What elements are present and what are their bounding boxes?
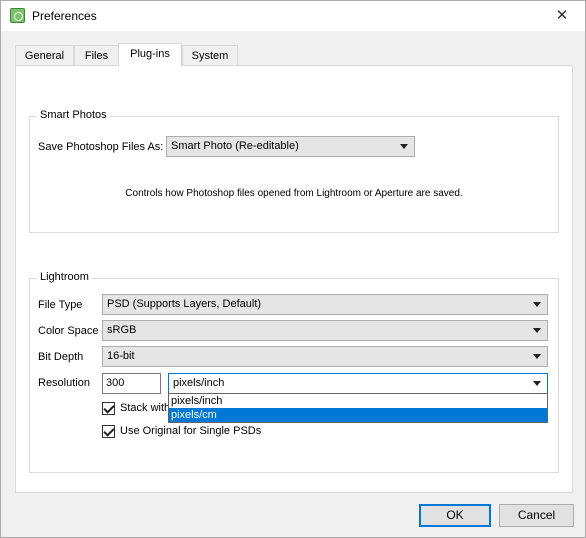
bit-depth-label: Bit Depth — [38, 351, 84, 363]
resolution-unit-dropdown: pixels/inch pixels/cm — [168, 393, 548, 423]
ok-button[interactable]: OK — [419, 504, 491, 527]
smart-photos-note: Controls how Photoshop files opened from… — [125, 188, 463, 199]
use-original-label: Use Original for Single PSDs — [120, 425, 262, 437]
smart-photos-group: Smart Photos Save Photoshop Files As: Sm… — [29, 109, 559, 233]
dropdown-option-pixels-inch[interactable]: pixels/inch — [169, 394, 547, 408]
dropdown-option-pixels-cm[interactable]: pixels/cm — [169, 408, 547, 422]
file-type-select[interactable]: PSD (Supports Layers, Default) — [102, 294, 548, 315]
resolution-input[interactable]: 300 — [102, 373, 161, 394]
title-bar: Preferences ✕ — [1, 1, 585, 31]
chevron-down-icon — [533, 381, 541, 386]
tab-files[interactable]: Files — [74, 45, 119, 66]
chevron-down-icon — [533, 328, 541, 333]
color-space-select[interactable]: sRGB — [102, 320, 548, 341]
preferences-window: Preferences ✕ General Files Plug-ins Sys… — [0, 0, 586, 538]
tab-system[interactable]: System — [182, 45, 238, 66]
plug-ins-panel: Smart Photos Save Photoshop Files As: Sm… — [15, 65, 573, 493]
tab-general[interactable]: General — [15, 45, 74, 66]
cancel-button[interactable]: Cancel — [499, 504, 574, 527]
smart-photos-group-label: Smart Photos — [37, 109, 110, 121]
save-photoshop-files-value: Smart Photo (Re-editable) — [171, 140, 299, 152]
bit-depth-value: 16-bit — [107, 350, 135, 362]
stack-with-label: Stack with — [120, 402, 171, 414]
window-title: Preferences — [32, 9, 97, 23]
lightroom-group: Lightroom File Type PSD (Supports Layers… — [29, 271, 559, 473]
chevron-down-icon — [533, 354, 541, 359]
save-photoshop-files-label: Save Photoshop Files As: — [38, 141, 164, 153]
lightroom-group-label: Lightroom — [37, 271, 92, 283]
use-original-checkbox[interactable] — [102, 425, 115, 438]
color-space-label: Color Space — [38, 325, 99, 337]
stack-with-checkbox[interactable] — [102, 402, 115, 415]
app-icon — [10, 8, 25, 23]
tab-plug-ins[interactable]: Plug-ins — [118, 43, 182, 67]
save-photoshop-files-select[interactable]: Smart Photo (Re-editable) — [166, 136, 415, 157]
bit-depth-select[interactable]: 16-bit — [102, 346, 548, 367]
resolution-label: Resolution — [38, 377, 90, 389]
resolution-unit-select[interactable]: pixels/inch — [168, 373, 548, 394]
color-space-value: sRGB — [107, 324, 137, 336]
chevron-down-icon — [400, 144, 408, 149]
close-button[interactable]: ✕ — [539, 1, 585, 31]
chevron-down-icon — [533, 302, 541, 307]
resolution-unit-value: pixels/inch — [173, 377, 225, 389]
file-type-value: PSD (Supports Layers, Default) — [107, 298, 262, 310]
file-type-label: File Type — [38, 299, 83, 311]
